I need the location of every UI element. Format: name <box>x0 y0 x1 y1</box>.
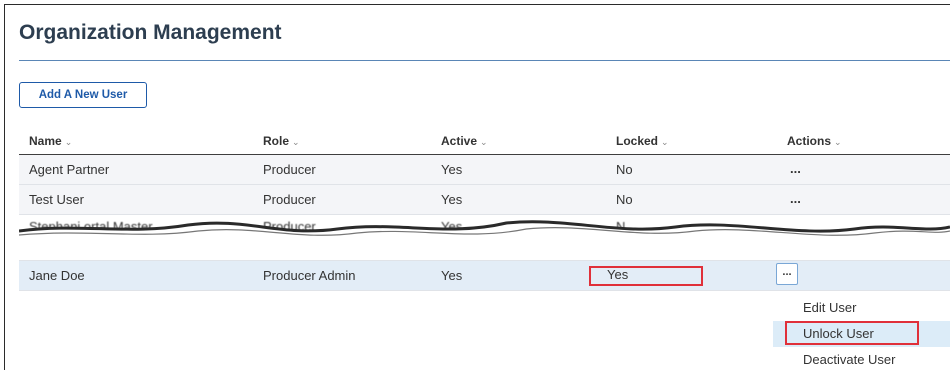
row-actions-button[interactable]: ... <box>790 161 801 176</box>
column-header-active[interactable]: Active ⌄ <box>441 134 488 148</box>
chevron-down-icon: ⌄ <box>480 137 488 147</box>
table-row[interactable]: Test User Producer Yes No ... <box>19 185 950 215</box>
title-divider <box>19 60 950 61</box>
cell-active: Yes <box>441 192 463 207</box>
table-row-selected[interactable]: Jane Doe Producer Admin Yes Yes ... <box>19 261 950 291</box>
menu-item-edit-user[interactable]: Edit User <box>773 295 950 321</box>
chevron-down-icon: ⌄ <box>64 137 73 147</box>
chevron-down-icon: ⌄ <box>292 137 300 147</box>
row-actions-button[interactable]: ... <box>790 191 801 206</box>
cell-role: Producer <box>263 192 316 207</box>
add-new-user-button[interactable]: Add A New User <box>19 82 147 108</box>
cell-active: Yes <box>441 268 463 283</box>
table-row[interactable]: Agent Partner Producer Yes No ... <box>19 155 950 185</box>
column-header-locked[interactable]: Locked ⌄ <box>616 134 669 148</box>
column-header-actions[interactable]: Actions ⌄ <box>787 134 842 148</box>
cell-role: Producer <box>263 162 316 177</box>
column-header-name[interactable]: Name ⌄ <box>29 134 72 148</box>
page-title: Organization Management <box>19 21 282 44</box>
menu-item-deactivate-user[interactable]: Deactivate User <box>773 347 950 370</box>
table-row-redacted: Stephani ortal Master Producer Yes N <box>19 215 950 261</box>
cell-role: Producer Admin <box>263 268 356 283</box>
cell-locked: No <box>616 162 633 177</box>
cell-name: Jane Doe <box>29 268 85 283</box>
table-header: Name ⌄ Role ⌄ Active ⌄ Locked ⌄ Actions ⌄ <box>19 126 950 155</box>
row-actions-menu: Edit User Unlock User Deactivate User <box>773 295 950 370</box>
cell-locked: No <box>616 192 633 207</box>
app-frame: Organization Management Add A New User N… <box>4 4 950 370</box>
cell-active: Yes <box>441 162 463 177</box>
row-actions-button[interactable]: ... <box>776 263 798 285</box>
torn-redaction-overlay <box>19 220 950 260</box>
chevron-down-icon: ⌄ <box>661 137 669 147</box>
cell-name: Agent Partner <box>29 162 110 177</box>
cell-name: Test User <box>29 192 84 207</box>
unlock-highlight-box <box>785 321 919 345</box>
users-table: Name ⌄ Role ⌄ Active ⌄ Locked ⌄ Actions ⌄ Age… <box>19 126 950 291</box>
column-header-role[interactable]: Role ⌄ <box>263 134 300 148</box>
cell-locked: Yes <box>607 267 629 282</box>
chevron-down-icon: ⌄ <box>834 137 842 147</box>
